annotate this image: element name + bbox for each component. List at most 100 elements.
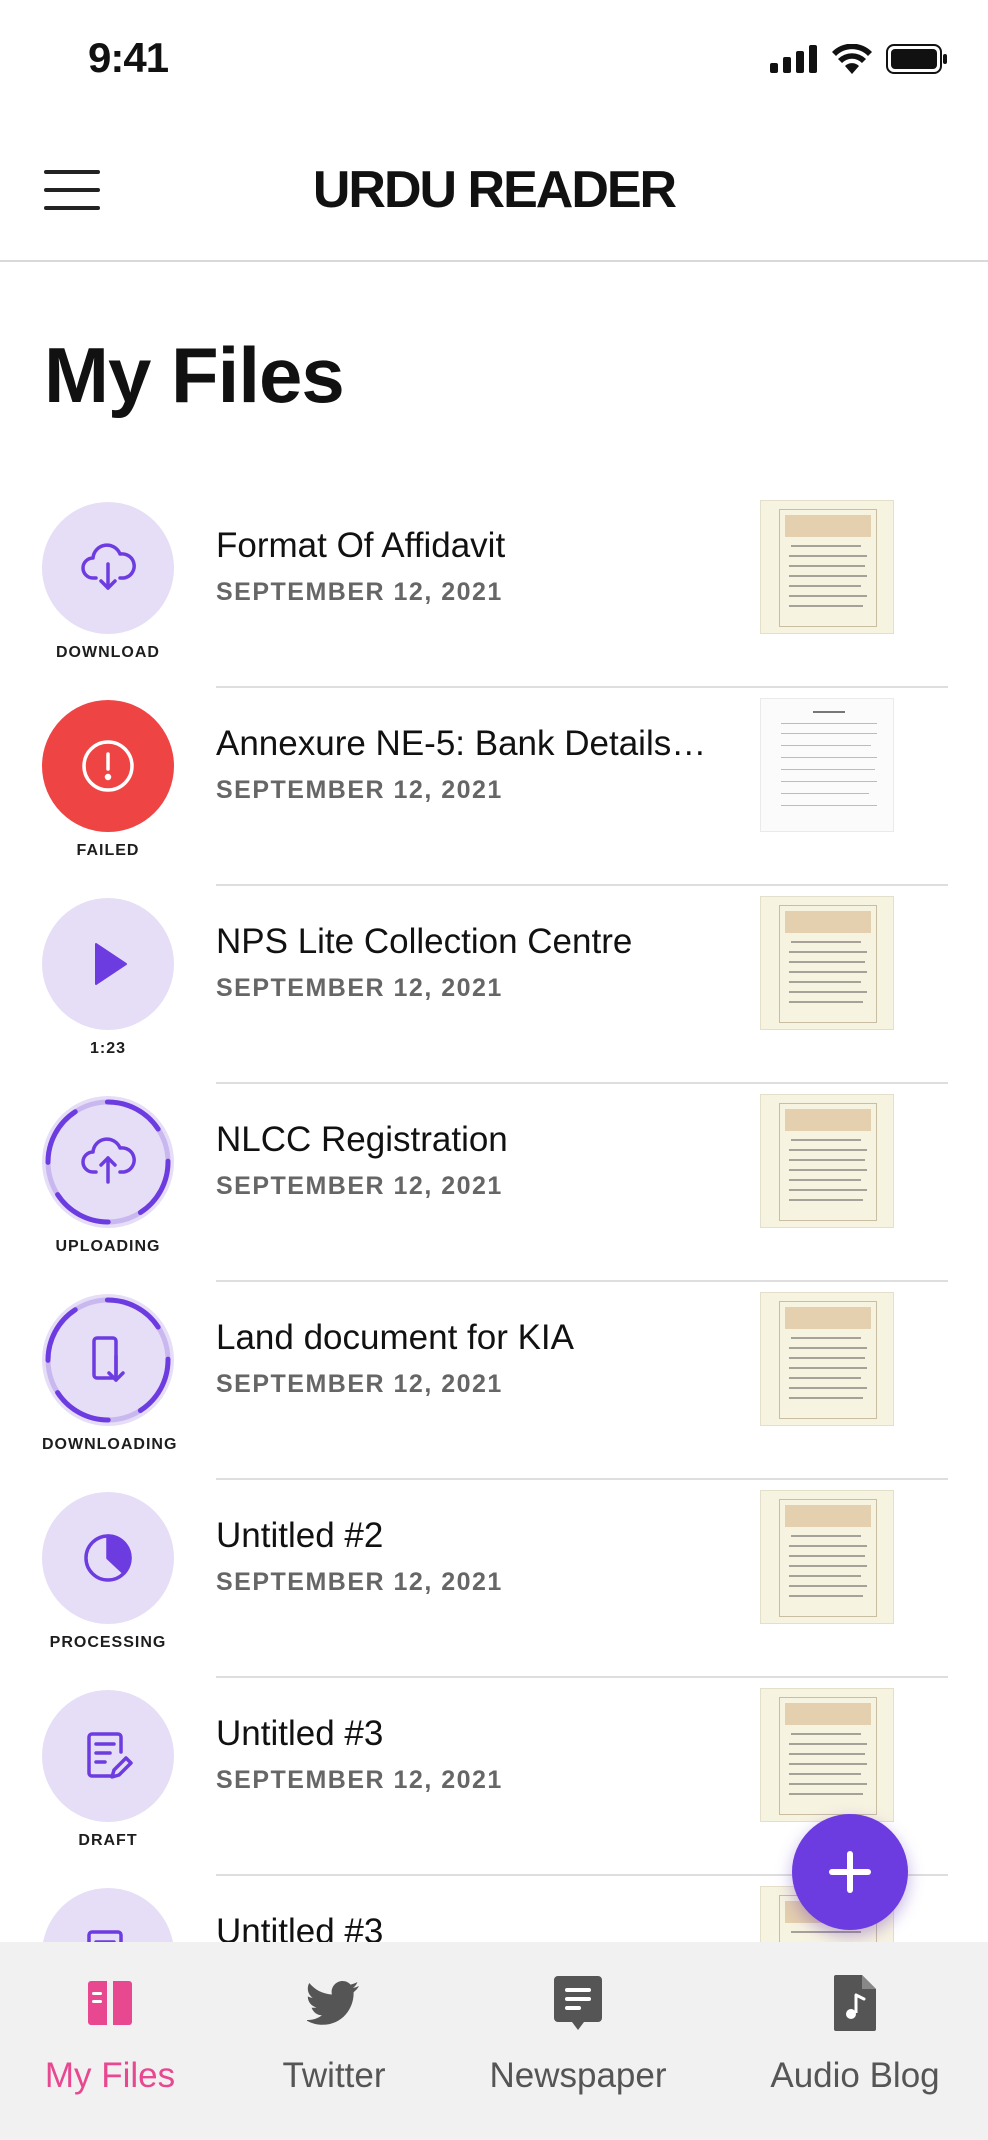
upload-progress-button[interactable] bbox=[42, 1096, 174, 1228]
thumbnail-line bbox=[789, 1595, 863, 1597]
thumbnail-line bbox=[789, 1753, 865, 1755]
status-column: UPLOADING bbox=[42, 1096, 174, 1256]
thumbnail-line bbox=[789, 1773, 861, 1775]
thumbnail-line bbox=[789, 1199, 863, 1201]
nav-icon-wrap bbox=[307, 1972, 361, 2034]
file-row[interactable]: DOWNLOAD Format Of Affidavit SEPTEMBER 1… bbox=[0, 490, 988, 688]
file-name[interactable]: Land document for KIA bbox=[216, 1318, 736, 1358]
file-name[interactable]: Untitled #2 bbox=[216, 1516, 736, 1556]
app-title: URDU READER bbox=[312, 161, 677, 219]
pie-chart-icon bbox=[84, 1534, 132, 1582]
download-progress-button[interactable] bbox=[42, 1294, 174, 1426]
file-download-icon bbox=[92, 1336, 125, 1382]
document-thumbnail[interactable] bbox=[760, 500, 894, 634]
file-date: SEPTEMBER 12, 2021 bbox=[216, 1568, 503, 1596]
twitter-icon bbox=[307, 1981, 359, 2025]
file-date: SEPTEMBER 12, 2021 bbox=[216, 1766, 503, 1794]
file-date: SEPTEMBER 12, 2021 bbox=[216, 776, 503, 804]
nav-label: My Files bbox=[44, 2056, 176, 2095]
thumbnail-line bbox=[789, 585, 861, 587]
document-thumbnail[interactable] bbox=[760, 1490, 894, 1624]
book-icon bbox=[88, 1981, 132, 2025]
thumbnail-line bbox=[789, 1179, 861, 1181]
nav-icon-wrap bbox=[85, 1972, 135, 2034]
file-row[interactable]: DOWNLOADING Land document for KIA SEPTEM… bbox=[0, 1282, 988, 1480]
file-name[interactable]: Untitled #3 bbox=[216, 1912, 736, 1942]
file-name[interactable]: Untitled #3 bbox=[216, 1714, 736, 1754]
download-button[interactable] bbox=[42, 502, 174, 634]
document-thumbnail[interactable] bbox=[760, 1094, 894, 1228]
status-time: 9:41 bbox=[88, 34, 169, 81]
retry-button[interactable] bbox=[42, 700, 174, 832]
nav-icon-wrap bbox=[552, 1972, 604, 2034]
processing-indicator bbox=[42, 1492, 174, 1624]
thumbnail-line bbox=[789, 1377, 861, 1379]
thumbnail-line bbox=[789, 1367, 867, 1369]
status-label: UPLOADING bbox=[55, 1238, 161, 1255]
document-thumbnail[interactable] bbox=[760, 896, 894, 1030]
thumbnail-line bbox=[789, 1347, 867, 1349]
thumbnail-line bbox=[789, 1357, 865, 1359]
nav-item-my-files[interactable]: My Files bbox=[30, 1972, 190, 2112]
thumbnail-line bbox=[791, 941, 861, 943]
file-date: SEPTEMBER 12, 2021 bbox=[216, 974, 503, 1002]
play-icon bbox=[95, 943, 127, 985]
draft-button[interactable] bbox=[42, 1888, 174, 1942]
status-column: DOWNLOADING bbox=[42, 1294, 178, 1454]
bottom-nav: My Files Twitter Newspaper Audio Blog bbox=[0, 1942, 988, 2140]
app-header: URDU READER bbox=[0, 120, 988, 262]
nav-item-audio-blog[interactable]: Audio Blog bbox=[760, 1972, 950, 2112]
status-column: DRAFT bbox=[42, 1690, 174, 1850]
thumbnail-line bbox=[789, 1001, 863, 1003]
status-label: FAILED bbox=[76, 842, 140, 859]
status-label: DRAFT bbox=[78, 1832, 138, 1849]
file-date: SEPTEMBER 12, 2021 bbox=[216, 1370, 503, 1398]
file-row[interactable]: PROCESSING Untitled #2 SEPTEMBER 12, 202… bbox=[0, 1480, 988, 1678]
status-label: PROCESSING bbox=[49, 1634, 167, 1651]
thumbnail-line bbox=[791, 1139, 861, 1141]
thumbnail-line bbox=[781, 769, 875, 770]
nav-icon-wrap bbox=[832, 1972, 878, 2034]
file-date: SEPTEMBER 12, 2021 bbox=[216, 1172, 503, 1200]
edit-document-icon bbox=[87, 1732, 133, 1779]
thumbnail-line bbox=[789, 555, 867, 557]
thumbnail-line bbox=[789, 1575, 861, 1577]
cloud-upload-icon bbox=[81, 1137, 136, 1184]
thumbnail-header bbox=[785, 1109, 871, 1131]
battery-icon bbox=[886, 44, 947, 74]
draft-button[interactable] bbox=[42, 1690, 174, 1822]
nav-label: Newspaper bbox=[489, 2056, 667, 2095]
thumbnail-line bbox=[789, 1169, 867, 1171]
thumbnail-line bbox=[791, 1931, 861, 1933]
page-title: My Files bbox=[44, 331, 345, 419]
document-thumbnail[interactable] bbox=[760, 1688, 894, 1822]
file-row[interactable]: UPLOADING NLCC Registration SEPTEMBER 12… bbox=[0, 1084, 988, 1282]
signal-icon bbox=[770, 45, 817, 73]
cloud-download-icon bbox=[81, 543, 136, 590]
status-label: DOWNLOADING bbox=[42, 1436, 178, 1453]
play-button[interactable] bbox=[42, 898, 174, 1030]
thumbnail-line bbox=[789, 1585, 867, 1587]
nav-item-twitter[interactable]: Twitter bbox=[254, 1972, 414, 2112]
thumbnail-line bbox=[791, 545, 861, 547]
status-label: 1:23 bbox=[89, 1040, 127, 1057]
file-row[interactable]: 1:23 NPS Lite Collection Centre SEPTEMBE… bbox=[0, 886, 988, 1084]
status-bar: 9:41 bbox=[0, 0, 988, 120]
thumbnail-line bbox=[781, 723, 877, 724]
add-file-button[interactable] bbox=[792, 1814, 908, 1930]
document-thumbnail[interactable] bbox=[760, 698, 894, 832]
alert-icon bbox=[82, 740, 134, 792]
nav-item-newspaper[interactable]: Newspaper bbox=[478, 1972, 678, 2112]
file-row[interactable]: FAILED Annexure NE-5: Bank Details… SEPT… bbox=[0, 688, 988, 886]
thumbnail-line bbox=[789, 961, 865, 963]
file-name[interactable]: NLCC Registration bbox=[216, 1120, 736, 1160]
file-name[interactable]: Format Of Affidavit bbox=[216, 526, 736, 566]
thumbnail-line bbox=[781, 793, 869, 794]
file-name[interactable]: NPS Lite Collection Centre bbox=[216, 922, 736, 962]
file-date: SEPTEMBER 12, 2021 bbox=[216, 578, 503, 606]
document-thumbnail[interactable] bbox=[760, 1292, 894, 1426]
status-column: FAILED bbox=[42, 700, 174, 860]
thumbnail-line bbox=[789, 1763, 867, 1765]
file-name[interactable]: Annexure NE-5: Bank Details… bbox=[216, 724, 736, 764]
thumbnail-header bbox=[785, 1703, 871, 1725]
